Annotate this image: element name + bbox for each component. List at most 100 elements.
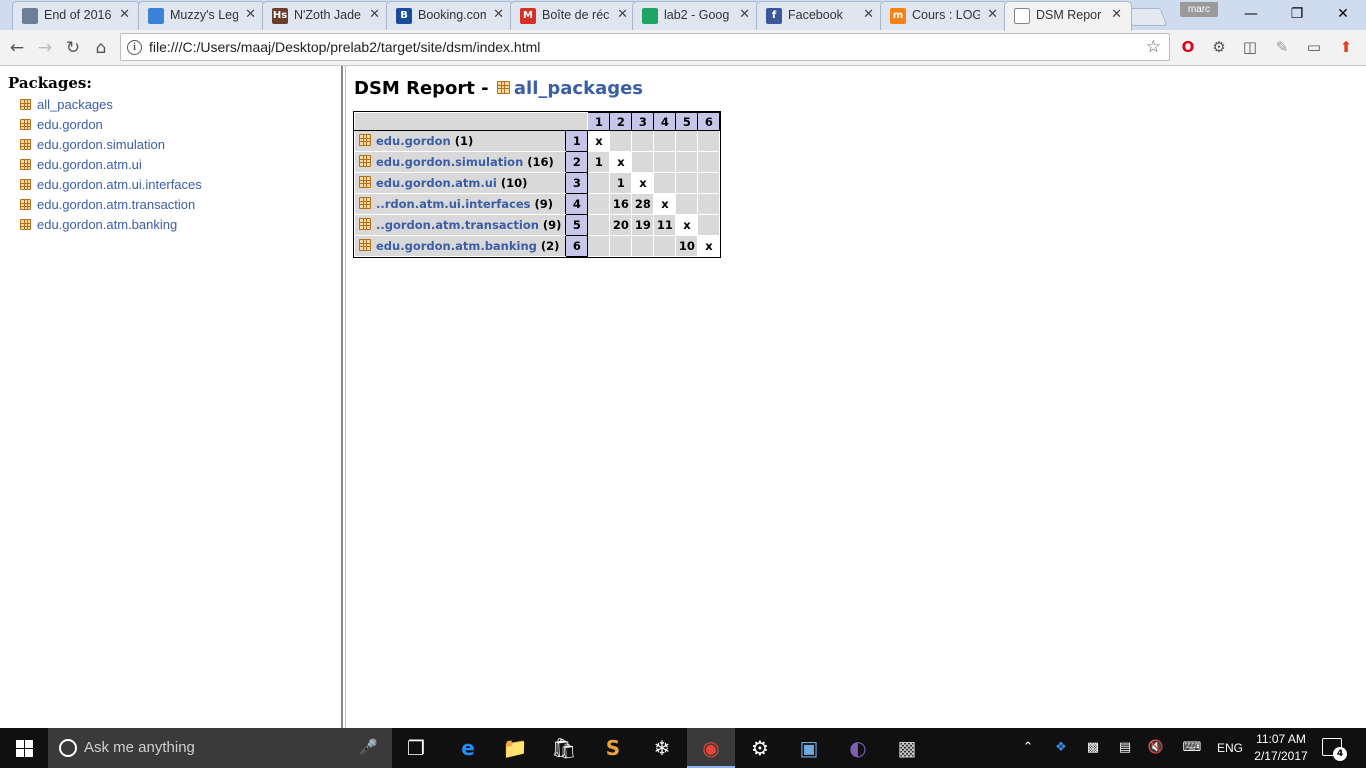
language-indicator[interactable]: ENG bbox=[1214, 728, 1246, 768]
close-tab-icon[interactable]: ✕ bbox=[987, 7, 998, 22]
package-list-item: edu.gordon.simulation bbox=[20, 134, 202, 154]
volume-muted-icon[interactable]: 🔇 bbox=[1145, 728, 1167, 768]
close-tab-icon[interactable]: ✕ bbox=[369, 7, 380, 22]
column-header: 6 bbox=[697, 112, 721, 131]
package-link[interactable]: edu.gordon.simulation bbox=[37, 137, 165, 152]
package-link[interactable]: edu.gordon.atm.ui bbox=[37, 157, 142, 172]
close-tab-icon[interactable]: ✕ bbox=[617, 7, 628, 22]
edge-icon[interactable]: e bbox=[444, 728, 492, 768]
bookmark-star-icon[interactable]: ☆ bbox=[1146, 37, 1161, 57]
package-link[interactable]: edu.gordon.atm.transaction bbox=[37, 197, 195, 212]
report-title-link[interactable]: all_packages bbox=[514, 78, 643, 99]
virtualbox-icon[interactable]: ▣ bbox=[785, 728, 833, 768]
close-tab-icon[interactable]: ✕ bbox=[493, 7, 504, 22]
task-view-icon[interactable]: ❐ bbox=[392, 728, 440, 768]
package-link[interactable]: edu.gordon.atm.ui.interfaces bbox=[37, 177, 202, 192]
column-header: 3 bbox=[631, 112, 655, 131]
close-tab-icon[interactable]: ✕ bbox=[119, 7, 130, 22]
matrix-cell: 16 bbox=[609, 193, 633, 215]
matrix-cell: 20 bbox=[609, 214, 633, 236]
file-explorer-icon[interactable]: 📁 bbox=[491, 728, 539, 768]
package-link[interactable]: edu.gordon.atm.banking bbox=[37, 217, 177, 232]
pdf-icon[interactable]: ✎ bbox=[1272, 37, 1292, 57]
browser-tab[interactable]: DSM Repor ✕ bbox=[1004, 1, 1132, 31]
keyboard-icon[interactable]: ⌨ bbox=[1180, 728, 1204, 768]
browser-tab[interactable]: M Boîte de réc ✕ bbox=[510, 1, 638, 30]
matrix-cell bbox=[653, 151, 677, 173]
home-icon[interactable]: ⌂ bbox=[89, 36, 113, 60]
tab-title: lab2 - Goog bbox=[664, 8, 730, 22]
update-icon[interactable]: ⬆ bbox=[1336, 37, 1356, 57]
row-package-name: edu.gordon (1) bbox=[353, 130, 567, 152]
clock-time: 11:07 AM bbox=[1256, 732, 1306, 746]
close-tab-icon[interactable]: ✕ bbox=[1111, 7, 1122, 22]
store-icon[interactable]: 🛍 bbox=[540, 728, 588, 768]
matrix-cell: 10 bbox=[675, 235, 699, 257]
taskbar: Ask me anything 🎤 ❐ e 📁 🛍 S ❄ ◉ ⚙ ▣ ◐ ▩ … bbox=[0, 728, 1366, 768]
close-window-button[interactable]: ✕ bbox=[1320, 0, 1366, 28]
row-package-link[interactable]: ..gordon.atm.transaction bbox=[376, 218, 539, 232]
package-list: all_packages edu.gordon edu.gordon.simulat… bbox=[20, 94, 202, 234]
extension-icon[interactable]: ◫ bbox=[1240, 37, 1260, 57]
profile-badge[interactable]: marc bbox=[1180, 2, 1218, 17]
dropbox-icon[interactable]: ❖ bbox=[1050, 728, 1072, 768]
address-bar[interactable]: i file:///C:/Users/maaj/Desktop/prelab2/… bbox=[120, 33, 1170, 61]
chevron-up-icon[interactable]: ⌃ bbox=[1018, 728, 1038, 768]
network-icon[interactable]: ▤ bbox=[1114, 728, 1136, 768]
close-tab-icon[interactable]: ✕ bbox=[245, 7, 256, 22]
microphone-icon[interactable]: 🎤 bbox=[359, 738, 378, 756]
battery-icon[interactable]: ▩ bbox=[1082, 728, 1104, 768]
package-link[interactable]: all_packages bbox=[37, 97, 113, 112]
row-package-link[interactable]: edu.gordon.atm.ui bbox=[376, 176, 497, 190]
opera-icon[interactable]: O bbox=[1178, 37, 1198, 57]
browser-tab[interactable]: f Facebook ✕ bbox=[756, 1, 884, 30]
clock[interactable]: 11:07 AM 2/17/2017 bbox=[1246, 731, 1316, 765]
browser-tab[interactable]: lab2 - Goog ✕ bbox=[632, 1, 760, 30]
taskbar-search[interactable]: Ask me anything 🎤 bbox=[48, 728, 392, 768]
package-icon bbox=[20, 199, 31, 210]
row-package-link[interactable]: ..rdon.atm.ui.interfaces bbox=[376, 197, 531, 211]
row-class-count: (16) bbox=[527, 155, 554, 169]
address-url[interactable]: file:///C:/Users/maaj/Desktop/prelab2/ta… bbox=[149, 39, 540, 55]
steam-icon[interactable]: ⚙ bbox=[736, 728, 784, 768]
close-tab-icon[interactable]: ✕ bbox=[739, 7, 750, 22]
package-icon bbox=[359, 197, 371, 209]
info-icon[interactable]: i bbox=[127, 40, 142, 55]
package-icon bbox=[359, 218, 371, 230]
row-package-link[interactable]: edu.gordon bbox=[376, 134, 451, 148]
row-number: 5 bbox=[565, 214, 589, 236]
app-icon[interactable]: ❄ bbox=[638, 728, 686, 768]
package-icon bbox=[359, 176, 371, 188]
row-package-link[interactable]: edu.gordon.simulation bbox=[376, 155, 523, 169]
close-tab-icon[interactable]: ✕ bbox=[863, 7, 874, 22]
restore-button[interactable]: ❐ bbox=[1274, 0, 1320, 28]
browser-tab[interactable]: m Cours : LOG ✕ bbox=[880, 1, 1008, 30]
browser-tab[interactable]: B Booking.com ✕ bbox=[386, 1, 514, 30]
forward-icon[interactable]: → bbox=[33, 36, 57, 60]
matrix-row: edu.gordon.atm.ui (10) 3 1 x bbox=[353, 172, 721, 194]
terminal-icon[interactable]: ▩ bbox=[883, 728, 931, 768]
notifications-icon[interactable]: 4 bbox=[1322, 738, 1347, 761]
row-package-name: ..gordon.atm.transaction (9) bbox=[353, 214, 567, 236]
windows-start-icon[interactable] bbox=[0, 728, 48, 768]
minimize-button[interactable]: — bbox=[1228, 0, 1274, 28]
matrix-cell bbox=[631, 130, 655, 152]
package-icon bbox=[20, 179, 31, 190]
back-icon[interactable]: ← bbox=[5, 36, 29, 60]
tab-title: Cours : LOG bbox=[912, 8, 980, 22]
browser-toolbar: ← → ↻ ⌂ i file:///C:/Users/maaj/Desktop/… bbox=[0, 30, 1366, 66]
column-header: 5 bbox=[675, 112, 699, 131]
package-link[interactable]: edu.gordon bbox=[37, 117, 103, 132]
browser-tab[interactable]: End of 2016 ✕ bbox=[12, 1, 140, 30]
cast-icon[interactable]: ▭ bbox=[1304, 37, 1324, 57]
column-header: 4 bbox=[653, 112, 677, 131]
sublime-text-icon[interactable]: S bbox=[589, 728, 637, 768]
chrome-icon[interactable]: ◉ bbox=[687, 728, 735, 768]
gear-icon[interactable]: ⚙ bbox=[1209, 37, 1229, 57]
row-package-link[interactable]: edu.gordon.atm.banking bbox=[376, 239, 537, 253]
eclipse-icon[interactable]: ◐ bbox=[834, 728, 882, 768]
package-icon bbox=[20, 119, 31, 130]
browser-tab[interactable]: Hs N'Zoth Jade ✕ bbox=[262, 1, 390, 30]
browser-tab[interactable]: Muzzy's Leg ✕ bbox=[138, 1, 266, 30]
reload-icon[interactable]: ↻ bbox=[61, 36, 85, 60]
